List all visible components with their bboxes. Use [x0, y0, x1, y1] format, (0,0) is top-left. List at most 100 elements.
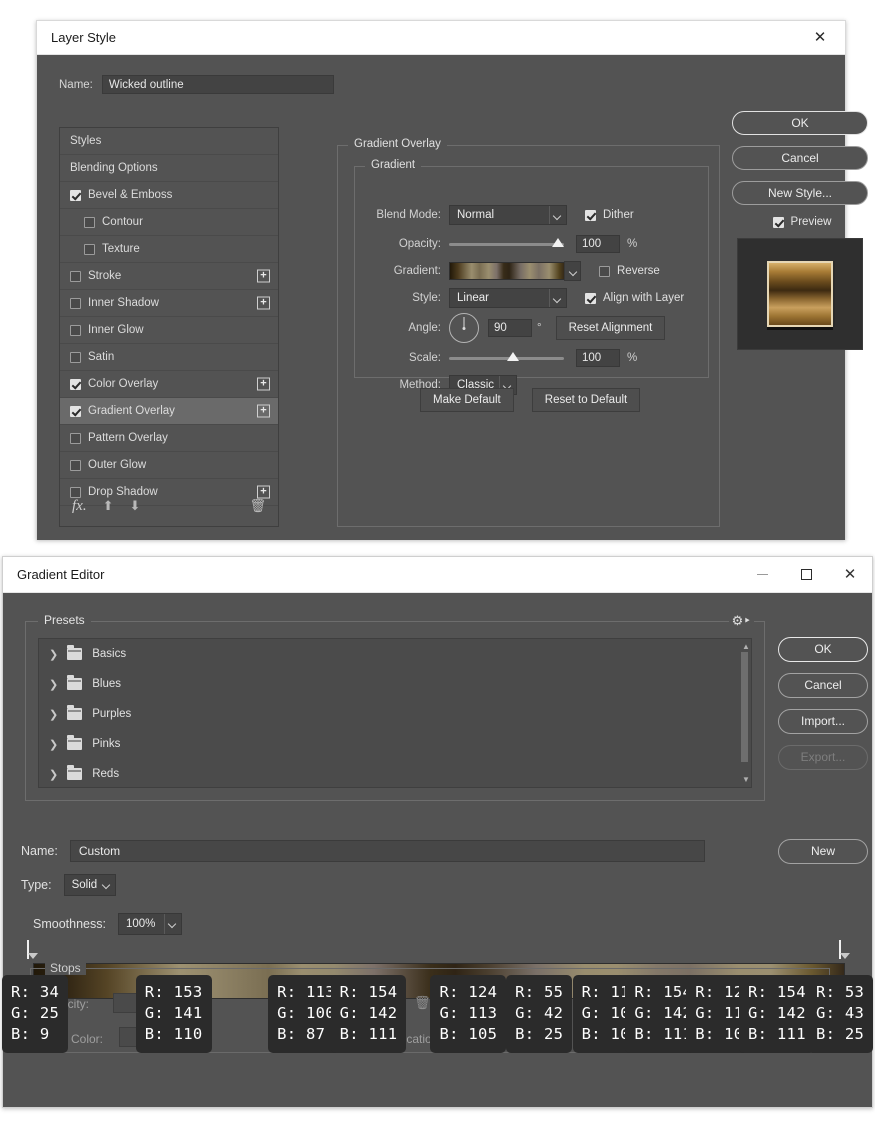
style-checkbox[interactable] [70, 351, 81, 363]
align-with-layer-option[interactable]: Align with Layer [585, 292, 684, 304]
preset-row-reds[interactable]: ❯ Reds [39, 759, 751, 787]
opacity-slider-knob[interactable] [552, 237, 564, 247]
style-row-texture[interactable]: Texture [60, 236, 278, 263]
gradient-overlay-group: Gradient Overlay Gradient Blend Mode: No… [337, 138, 720, 527]
reverse-checkbox[interactable] [599, 265, 610, 277]
style-checkbox[interactable] [70, 324, 81, 336]
chevron-right-icon[interactable]: ❯ [49, 738, 58, 751]
maximize-icon[interactable] [784, 558, 828, 592]
opacity-slider[interactable] [449, 237, 564, 247]
trash-icon[interactable]: 🗑 [249, 498, 266, 514]
style-checkbox[interactable] [84, 243, 95, 255]
blend-mode-select[interactable]: Normal [449, 205, 567, 225]
style-checkbox[interactable] [70, 432, 81, 444]
opacity-stop-1[interactable] [839, 940, 851, 959]
style-row-contour[interactable]: Contour [60, 209, 278, 236]
minimize-icon[interactable] [740, 558, 784, 592]
add-effect-icon[interactable]: + [257, 269, 270, 283]
layer-style-title: Layer Style [51, 30, 117, 45]
style-checkbox[interactable] [70, 189, 81, 201]
rgb-tooltip-b: B: 111 [634, 1025, 693, 1043]
rgb-tooltip-4: R: 124 G: 113 B: 105 [430, 975, 507, 1053]
angle-dial[interactable] [449, 313, 479, 343]
rgb-tooltip-3: R: 154 G: 142 B: 111 [330, 975, 407, 1053]
style-row-gradient-overlay[interactable]: Gradient Overlay + [60, 398, 278, 425]
scale-slider[interactable] [449, 351, 564, 361]
dither-checkbox[interactable] [585, 209, 596, 221]
ge-new-button[interactable]: New [778, 839, 868, 864]
style-checkbox[interactable] [70, 378, 81, 390]
preview-option[interactable]: Preview [732, 216, 872, 228]
add-effect-icon[interactable]: + [257, 404, 270, 418]
preview-checkbox[interactable] [772, 216, 784, 228]
opacity-stop-0[interactable] [27, 940, 39, 959]
style-row-blending-options[interactable]: Blending Options [60, 155, 278, 182]
dither-option[interactable]: Dither [585, 209, 634, 221]
scroll-up-icon[interactable]: ▲ [742, 642, 750, 651]
ge-cancel-button[interactable]: Cancel [778, 673, 868, 698]
preset-row-basics[interactable]: ❯ Basics [39, 639, 751, 669]
scroll-down-icon[interactable]: ▼ [742, 775, 750, 784]
style-checkbox[interactable] [70, 459, 81, 471]
style-row-outer-glow[interactable]: Outer Glow [60, 452, 278, 479]
style-row-satin[interactable]: Satin [60, 344, 278, 371]
close-icon[interactable]: ✕ [805, 24, 835, 52]
gradient-editor-titlebar: Gradient Editor ✕ [3, 557, 872, 593]
close-icon[interactable]: ✕ [828, 558, 872, 592]
scale-slider-knob[interactable] [507, 351, 519, 361]
fx-icon[interactable]: fx. [72, 498, 87, 515]
preset-row-purples[interactable]: ❯ Purples [39, 699, 751, 729]
preset-row-blues[interactable]: ❯ Blues [39, 669, 751, 699]
cancel-button[interactable]: Cancel [732, 146, 868, 170]
reset-alignment-button[interactable]: Reset Alignment [555, 316, 666, 340]
style-row-inner-glow[interactable]: Inner Glow [60, 317, 278, 344]
gradient-swatch[interactable] [449, 262, 565, 280]
gear-icon[interactable]: ⚙‣ [728, 613, 754, 629]
style-row-color-overlay[interactable]: Color Overlay + [60, 371, 278, 398]
align-with-layer-checkbox[interactable] [585, 292, 596, 304]
chevron-right-icon[interactable]: ❯ [49, 708, 58, 721]
style-row-inner-shadow[interactable]: Inner Shadow + [60, 290, 278, 317]
add-effect-icon[interactable]: + [257, 296, 270, 310]
opacity-value[interactable]: 100 [576, 235, 620, 253]
rgb-tooltip-b: B: 111 [339, 1025, 398, 1043]
style-row-pattern-overlay[interactable]: Pattern Overlay [60, 425, 278, 452]
chevron-right-icon[interactable]: ❯ [49, 768, 58, 781]
gradient-smoothness-select[interactable]: 100% [117, 913, 182, 935]
preset-row-pinks[interactable]: ❯ Pinks [39, 729, 751, 759]
reset-to-default-button[interactable]: Reset to Default [531, 388, 641, 412]
add-effect-icon[interactable]: + [257, 377, 270, 391]
rgb-tooltip-b: B: 9 [11, 1025, 50, 1043]
gradient-type-select[interactable]: Solid [63, 874, 117, 896]
style-select[interactable]: Linear [449, 288, 567, 308]
ge-ok-button[interactable]: OK [778, 637, 868, 662]
scale-value[interactable]: 100 [576, 349, 620, 367]
presets-scrollbar-thumb[interactable] [741, 652, 748, 762]
style-checkbox[interactable] [70, 405, 81, 417]
style-row-bevel-emboss[interactable]: Bevel & Emboss [60, 182, 278, 209]
style-checkbox[interactable] [70, 297, 81, 309]
rgb-tooltip-9: R: 154 G: 142 B: 111 [739, 975, 815, 1053]
reverse-option[interactable]: Reverse [599, 265, 660, 277]
presets-list: ❯ Basics ❯ Blues ❯ Purples ❯ Pinks ❯ Reds ▲ ▼ [38, 638, 752, 788]
style-row-stroke[interactable]: Stroke + [60, 263, 278, 290]
angle-value[interactable]: 90 [488, 319, 532, 337]
style-row-styles[interactable]: Styles [60, 128, 278, 155]
stops-opacity-trash-icon[interactable]: 🗑 [414, 995, 431, 1011]
gradient-name-input[interactable] [69, 840, 705, 862]
gradient-dropdown-arrow[interactable] [564, 261, 581, 281]
make-default-button[interactable]: Make Default [420, 388, 514, 412]
ok-button[interactable]: OK [732, 111, 868, 135]
style-checkbox[interactable] [70, 270, 81, 282]
ge-import-button[interactable]: Import... [778, 709, 868, 734]
arrow-down-icon[interactable]: ⬇ [129, 498, 140, 514]
chevron-right-icon[interactable]: ❯ [49, 678, 58, 691]
new-style-button[interactable]: New Style... [732, 181, 868, 205]
arrow-up-icon[interactable]: ⬆ [103, 498, 114, 514]
gradient-name-row: Name: [21, 840, 705, 862]
layer-name-input[interactable] [101, 75, 334, 94]
presets-scrollbar[interactable]: ▲ ▼ [740, 640, 750, 786]
style-checkbox[interactable] [84, 216, 95, 228]
chevron-right-icon[interactable]: ❯ [49, 648, 58, 661]
gradient-overlay-group-title: Gradient Overlay [348, 138, 447, 150]
